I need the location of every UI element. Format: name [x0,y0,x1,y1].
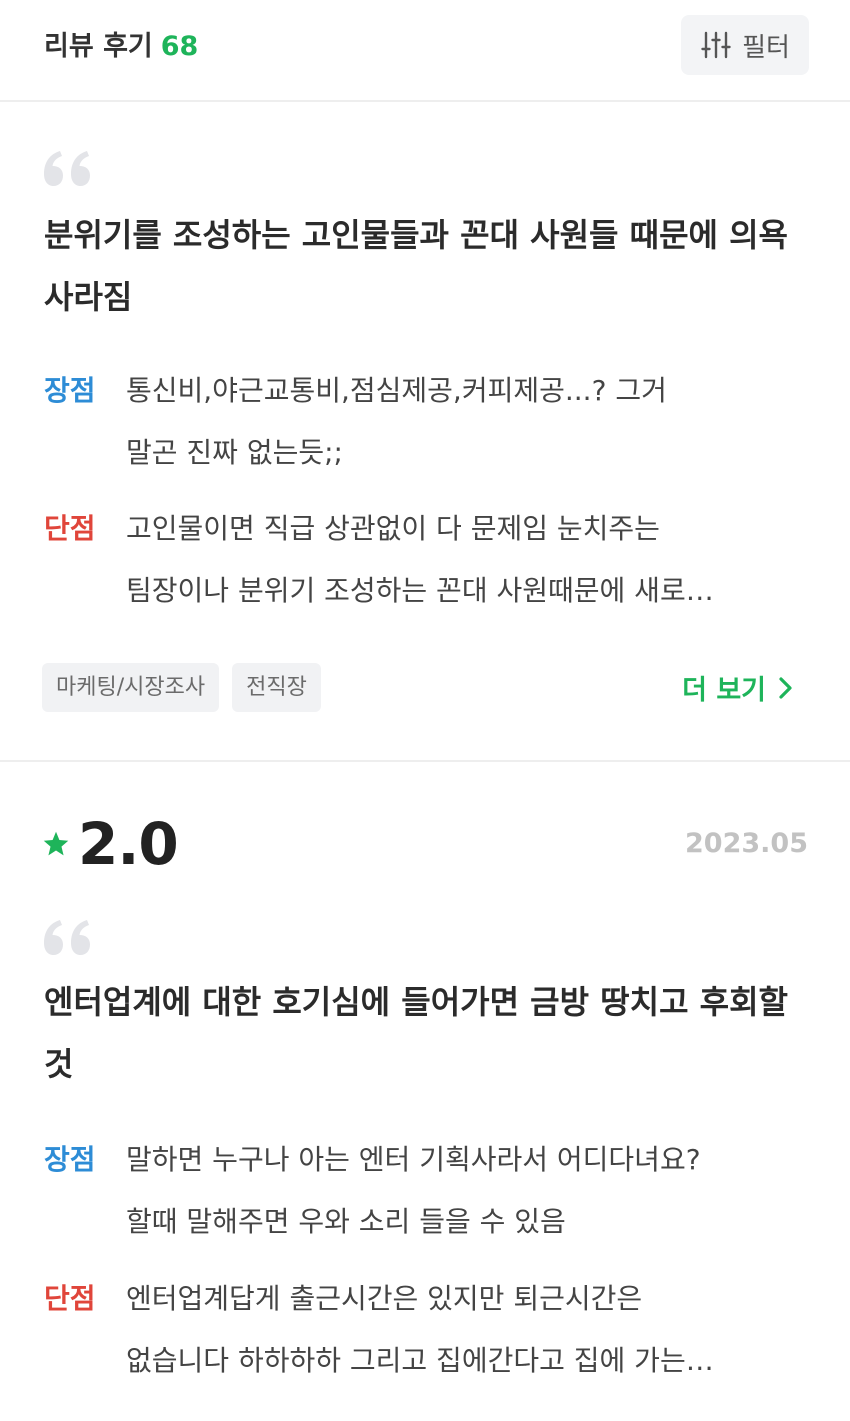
pros-label: 장점 [44,374,96,407]
rating: 2.0 [42,810,179,878]
cons-label: 단점 [44,512,96,545]
page-title-text: 리뷰 후기 [44,31,153,62]
chevron-right-icon [779,676,792,699]
filter-button[interactable]: 필터 [681,15,809,75]
filter-label: 필터 [742,32,790,63]
review-header: 리뷰 후기 68 필터 [0,0,850,102]
cons-label: 단점 [44,1282,96,1315]
cons-text: 고인물이면 직급 상관없이 다 문제임 눈치주는 팀장이나 분위기 조성하는 꼰… [126,512,714,607]
pros-text: 말하면 누구나 아는 엔터 기획사라서 어디다녀요? 할때 말해주면 우와 소리… [126,1143,701,1238]
pros-text: 통신비,야근교통비,점심제공,커피제공...? 그거 말곤 진짜 없는듯;; [126,374,667,469]
cons-text: 엔터업계답게 출근시간은 있지만 퇴근시간은 없습니다 하하하하 그리고 집에간… [126,1282,714,1377]
page-title: 리뷰 후기 68 [44,24,198,63]
review-date: 2023.05 [685,828,808,859]
rating-value: 2.0 [78,810,179,878]
see-more-label: 더 보기 [682,675,766,706]
review-card: 2.0 2023.05 엔터업계에 대한 호기심에 들어가면 금방 땅치고 후회… [0,764,850,1421]
tag-status: 전직장 [232,663,321,712]
see-more-link[interactable]: 더 보기 [682,668,796,707]
quote-icon [44,920,90,955]
quote-icon [44,151,90,186]
review-title: 분위기를 조성하는 고인물들과 꼰대 사원들 때문에 의욕 사라짐 [44,216,788,316]
review-title: 엔터업계에 대한 호기심에 들어가면 금방 땅치고 후회할 것 [44,983,788,1083]
pros-label: 장점 [44,1143,96,1176]
tag-list: 마케팅/시장조사 전직장 [42,663,321,712]
review-card: 분위기를 조성하는 고인물들과 꼰대 사원들 때문에 의욕 사라짐 장점 통신비… [0,104,850,762]
tag-job: 마케팅/시장조사 [42,663,220,712]
review-count: 68 [160,31,199,62]
sliders-icon [701,31,731,59]
star-icon [43,831,69,856]
